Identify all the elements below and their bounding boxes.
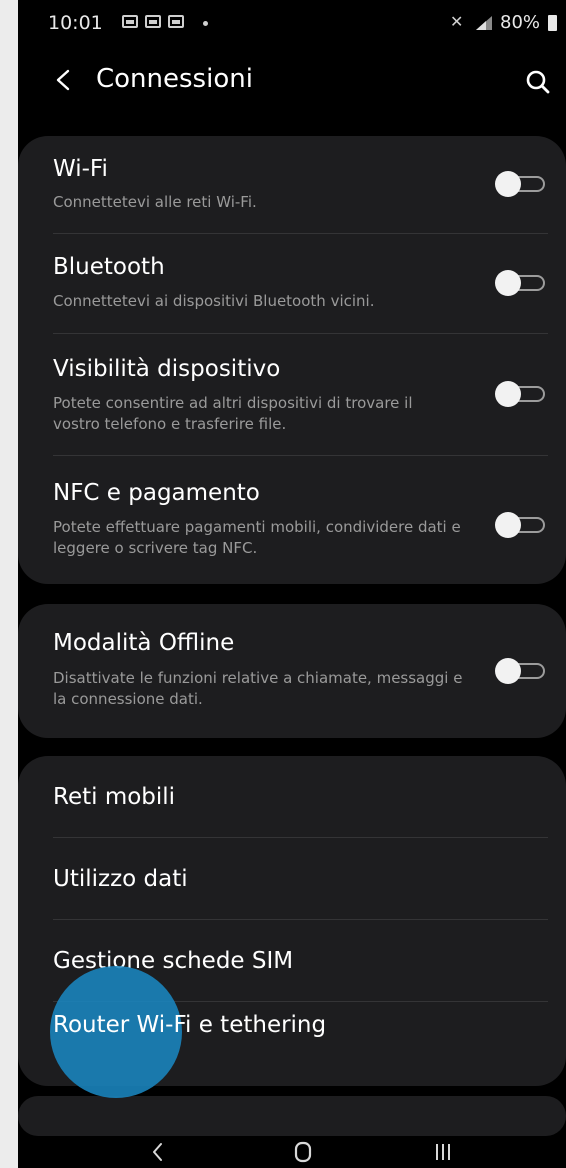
bluetooth-toggle[interactable] xyxy=(495,270,547,296)
phone-screen: 10:01 ✕ 80% Connessioni Wi-Fi Connettete… xyxy=(18,0,566,1168)
back-button[interactable] xyxy=(44,60,84,100)
setting-subtitle: Disattivate le funzioni relative a chiam… xyxy=(53,669,463,708)
nav-back-button[interactable] xyxy=(138,1136,178,1168)
status-time: 10:01 xyxy=(48,12,103,34)
navigation-bar xyxy=(18,1140,566,1168)
data-usage-item[interactable]: Utilizzo dati xyxy=(18,838,566,920)
item-label: Gestione schede SIM xyxy=(53,948,294,974)
gallery-notification-icon xyxy=(145,15,161,28)
signal-icon xyxy=(476,16,492,30)
search-icon xyxy=(526,70,550,94)
setting-subtitle: Potete consentire ad altri dispositivi d… xyxy=(53,394,413,433)
item-label[interactable]: Router Wi-Fi e tethering xyxy=(53,1012,326,1038)
page-title: Connessioni xyxy=(96,64,253,94)
setting-subtitle: Potete effettuare pagamenti mobili, cond… xyxy=(53,518,461,557)
nfc-toggle[interactable] xyxy=(495,512,547,538)
connections-card: Wi-Fi Connettetevi alle reti Wi-Fi. Blue… xyxy=(18,136,566,584)
toggle-knob xyxy=(495,270,521,296)
setting-subtitle: Connettetevi ai dispositivi Bluetooth vi… xyxy=(53,292,375,310)
toggle-knob xyxy=(495,512,521,538)
gallery-notification-icon xyxy=(122,15,138,28)
offline-mode-card: Modalità Offline Disattivate le funzioni… xyxy=(18,604,566,738)
item-label: Reti mobili xyxy=(53,784,176,810)
search-button[interactable] xyxy=(518,62,558,102)
setting-title: NFC e pagamento xyxy=(53,480,260,506)
setting-subtitle: Connettetevi alle reti Wi-Fi. xyxy=(53,193,257,211)
home-icon xyxy=(294,1141,312,1163)
nfc-payment-setting-row[interactable]: NFC e pagamento Potete effettuare pagame… xyxy=(18,456,566,584)
toggle-knob xyxy=(495,381,521,407)
battery-percentage: 80% xyxy=(500,12,541,33)
gallery-notification-icon xyxy=(168,15,184,28)
wifi-setting-row[interactable]: Wi-Fi Connettetevi alle reti Wi-Fi. xyxy=(18,136,566,234)
device-visibility-toggle[interactable] xyxy=(495,381,547,407)
toggle-knob xyxy=(495,658,521,684)
chevron-left-icon xyxy=(56,69,70,91)
app-bar: Connessioni xyxy=(18,50,566,114)
setting-title: Bluetooth xyxy=(53,254,165,280)
more-notifications-dot-icon xyxy=(203,21,208,26)
toggle-knob xyxy=(495,171,521,197)
setting-title: Visibilità dispositivo xyxy=(53,356,281,382)
battery-icon xyxy=(548,15,557,31)
setting-title: Wi-Fi xyxy=(53,156,108,182)
nav-home-button[interactable] xyxy=(283,1136,323,1168)
mobile-networks-item[interactable]: Reti mobili xyxy=(18,756,566,838)
status-bar: 10:01 ✕ 80% xyxy=(18,0,566,44)
mute-icon: ✕ xyxy=(450,12,464,31)
item-label: Utilizzo dati xyxy=(53,866,188,892)
recents-icon xyxy=(436,1144,450,1160)
nav-recents-button[interactable] xyxy=(423,1136,463,1168)
offline-mode-toggle[interactable] xyxy=(495,658,547,684)
setting-title: Modalità Offline xyxy=(53,630,235,656)
offline-mode-setting-row[interactable]: Modalità Offline Disattivate le funzioni… xyxy=(18,604,566,738)
chevron-left-icon xyxy=(153,1143,162,1161)
device-visibility-setting-row[interactable]: Visibilità dispositivo Potete consentire… xyxy=(18,334,566,456)
bluetooth-setting-row[interactable]: Bluetooth Connettetevi ai dispositivi Bl… xyxy=(18,234,566,334)
more-settings-card xyxy=(18,1096,566,1136)
wifi-toggle[interactable] xyxy=(495,171,547,197)
